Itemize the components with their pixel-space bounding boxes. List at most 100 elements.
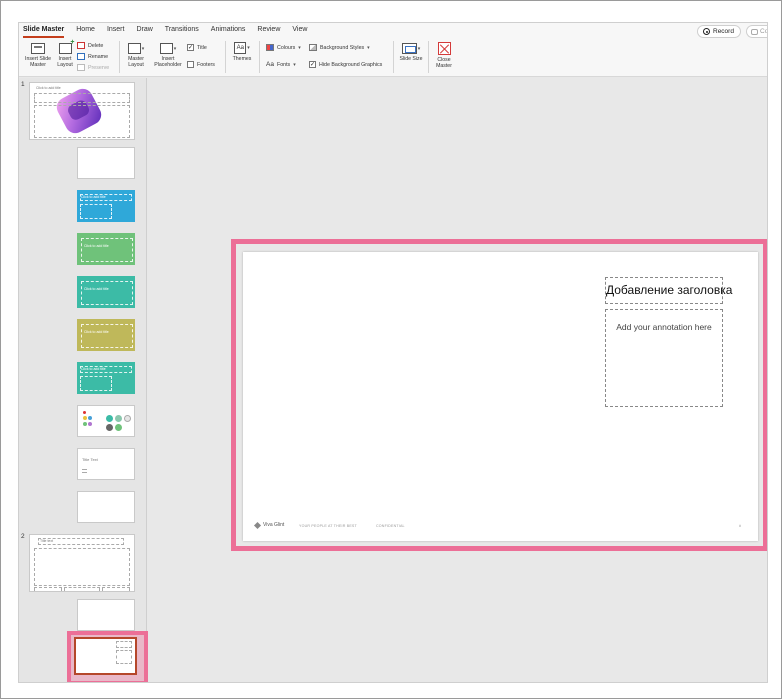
title-placeholder <box>34 93 130 103</box>
layout-thumbnail-blue[interactable]: Click to add title <box>77 190 135 222</box>
preserve-icon <box>77 64 85 71</box>
tab-home[interactable]: Home <box>76 26 95 38</box>
layout-thumbnail-green[interactable]: Click to add title <box>77 233 135 265</box>
master-layout-button[interactable]: ▾ Master Layout <box>123 43 149 68</box>
layout-thumbnail-teal-2[interactable]: Click to add title <box>77 362 135 394</box>
layout-thumbnail-olive[interactable]: Click to add title <box>77 319 135 351</box>
close-icon <box>437 42 451 55</box>
insert-placeholder-button[interactable]: ▾ Insert Placeholder <box>151 43 185 68</box>
chevron-down-icon: ▾ <box>367 44 370 51</box>
chevron-down-icon: ▾ <box>417 45 421 52</box>
fonts-icon: Aa <box>266 61 274 68</box>
slide-master-thumbnail-1[interactable]: Click to add title <box>29 82 135 140</box>
hide-background-graphics-checkbox[interactable]: ✓ Hide Background Graphics <box>309 61 382 68</box>
layout-thumbnail-title-text[interactable]: Title Text <box>77 448 135 480</box>
slide-size-label: Slide Size <box>399 56 423 62</box>
footer-confidential: CONFIDENTIAL <box>376 524 405 528</box>
chevron-down-icon: ▾ <box>141 45 145 52</box>
insert-layout-button[interactable]: + Insert Layout <box>55 39 75 68</box>
master-layout-icon <box>127 43 141 54</box>
delete-button[interactable]: Delete <box>77 42 103 49</box>
master-number: 2 <box>21 533 25 540</box>
insert-slide-master-button[interactable]: Insert Slide Master <box>22 43 54 68</box>
placeholder-icon <box>159 43 173 54</box>
slide-layout-preview[interactable]: Добавление заголовка Add your annotation… <box>243 252 758 541</box>
body-placeholder <box>116 650 132 664</box>
divider <box>82 469 87 470</box>
layout-thumbnail-palette[interactable] <box>77 405 135 437</box>
title-placeholder <box>116 641 132 648</box>
fonts-dropdown[interactable]: Aa Fonts ▾ <box>266 61 296 68</box>
comments-button[interactable]: Co <box>746 25 768 38</box>
footers-checkbox[interactable]: Footers <box>187 61 215 68</box>
insert-slide-master-label: Insert Slide Master <box>25 56 51 68</box>
layout-thumbnail-teal[interactable]: Click to add title <box>77 276 135 308</box>
record-button[interactable]: Record <box>697 25 741 38</box>
body-placeholder <box>34 105 130 138</box>
footer-placeholder <box>34 587 62 591</box>
colours-icon <box>266 44 274 51</box>
tab-animations[interactable]: Animations <box>211 26 246 38</box>
checkmark-icon: ✓ <box>187 44 194 51</box>
ribbon-divider <box>428 41 429 73</box>
body-placeholder <box>80 204 112 219</box>
palette-swatch <box>88 416 92 420</box>
palette-swatch <box>124 415 131 422</box>
background-styles-dropdown[interactable]: Background Styles ▾ <box>309 44 370 51</box>
preserve-button[interactable]: Preserve <box>77 64 109 71</box>
thumbnail-title: Click to add title <box>84 330 109 334</box>
palette-swatch <box>115 424 122 431</box>
slide-master-thumbnail-2[interactable]: Title text <box>29 534 135 592</box>
themes-label: Themes <box>232 56 252 62</box>
themes-icon: Aa <box>234 42 247 54</box>
ribbon: Slide Master Home Insert Draw Transition… <box>19 23 768 77</box>
insert-placeholder-label: Insert Placeholder <box>154 56 182 68</box>
themes-button[interactable]: Aa ▾ Themes <box>229 42 255 62</box>
layout-thumbnail-selected[interactable] <box>74 637 137 675</box>
fonts-label: Fonts <box>276 61 291 68</box>
layout-thumbnail-blank[interactable] <box>77 147 135 179</box>
slide-master-icon <box>31 43 45 54</box>
colours-dropdown[interactable]: Colours ▾ <box>266 44 301 51</box>
title-placeholder[interactable]: Добавление заголовка <box>605 277 732 304</box>
record-icon <box>703 28 710 35</box>
master-number: 1 <box>21 81 25 88</box>
footer-tagline: YOUR PEOPLE AT THEIR BEST <box>299 524 357 528</box>
ribbon-tabs: Slide Master Home Insert Draw Transition… <box>23 26 307 38</box>
rename-button[interactable]: Rename <box>77 53 108 60</box>
master-layout-label: Master Layout <box>128 56 144 68</box>
palette-swatch <box>115 415 122 422</box>
tab-review[interactable]: Review <box>257 26 280 38</box>
rename-icon <box>77 53 85 60</box>
footers-checkbox-label: Footers <box>197 61 215 68</box>
layout-thumbnail-blank-3[interactable] <box>77 599 135 631</box>
rename-label: Rename <box>88 53 109 60</box>
comments-label: Co <box>760 28 768 35</box>
tab-transitions[interactable]: Transitions <box>165 26 199 38</box>
content-placeholder <box>81 281 133 305</box>
slide-canvas: Добавление заголовка Add your annotation… <box>148 78 767 682</box>
comment-icon <box>751 28 758 35</box>
annotation-placeholder[interactable]: Add your annotation here <box>605 309 723 407</box>
chevron-down-icon: ▾ <box>298 44 301 51</box>
chevron-down-icon: ▾ <box>173 45 177 52</box>
ribbon-divider <box>119 41 120 73</box>
layout-thumbnail-blank-2[interactable] <box>77 491 135 523</box>
slide-size-icon <box>401 43 417 54</box>
thumbnail-title: Click to add title <box>36 86 61 90</box>
delete-label: Delete <box>88 42 104 49</box>
palette-swatch <box>106 424 113 431</box>
title-checkbox-label: Title <box>197 44 207 51</box>
title-checkbox[interactable]: ✓ Title <box>187 44 207 51</box>
slide-size-button[interactable]: ▾ Slide Size <box>399 43 423 62</box>
tab-insert[interactable]: Insert <box>107 26 125 38</box>
tab-slide-master[interactable]: Slide Master <box>23 26 65 38</box>
close-master-button[interactable]: Close Master <box>431 42 457 69</box>
layout-icon: + <box>58 39 75 54</box>
palette-swatch <box>83 422 87 426</box>
thumbnail-pane[interactable]: 1 Click to add title Click to add title … <box>19 78 148 682</box>
tab-draw[interactable]: Draw <box>136 26 152 38</box>
background-styles-icon <box>309 44 317 51</box>
insert-layout-label: Insert Layout <box>57 56 73 68</box>
tab-view[interactable]: View <box>292 26 307 38</box>
